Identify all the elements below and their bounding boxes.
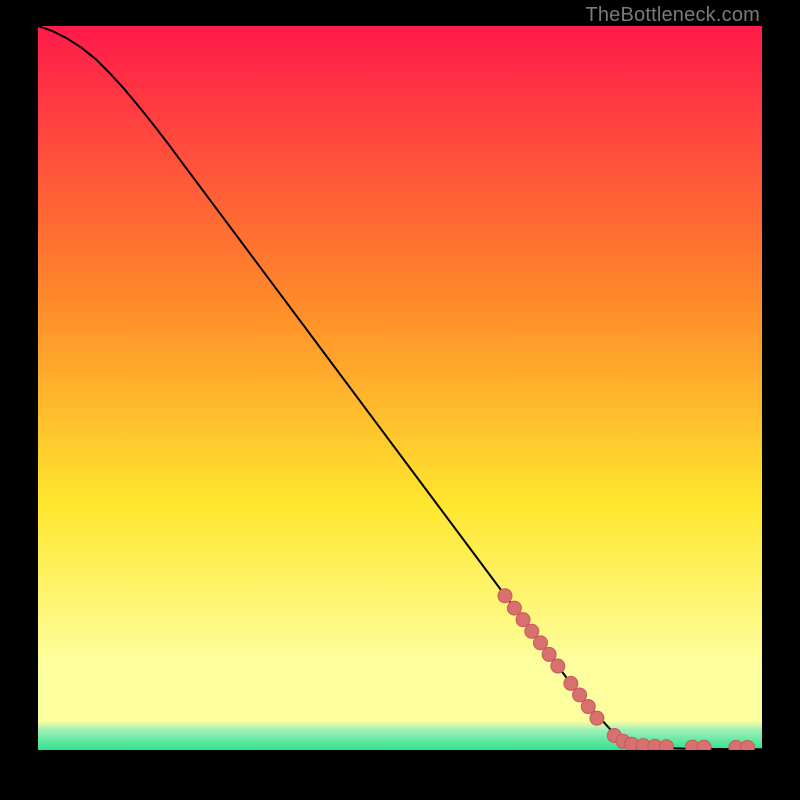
chart-frame: TheBottleneck.com: [0, 0, 800, 800]
data-marker: [551, 659, 565, 673]
plot-area: [38, 26, 762, 750]
watermark-text: TheBottleneck.com: [585, 4, 760, 27]
data-marker: [498, 589, 512, 603]
data-marker: [542, 647, 556, 661]
data-marker: [533, 636, 547, 650]
data-marker: [590, 711, 604, 725]
data-marker: [659, 740, 673, 750]
data-marker: [581, 700, 595, 714]
data-marker: [525, 624, 539, 638]
data-marker: [697, 740, 711, 750]
data-marker: [507, 601, 521, 615]
gradient-background: [38, 26, 762, 750]
chart-svg: [38, 26, 762, 750]
data-marker: [741, 741, 755, 750]
data-marker: [573, 688, 587, 702]
data-marker: [516, 613, 530, 627]
data-marker: [564, 676, 578, 690]
